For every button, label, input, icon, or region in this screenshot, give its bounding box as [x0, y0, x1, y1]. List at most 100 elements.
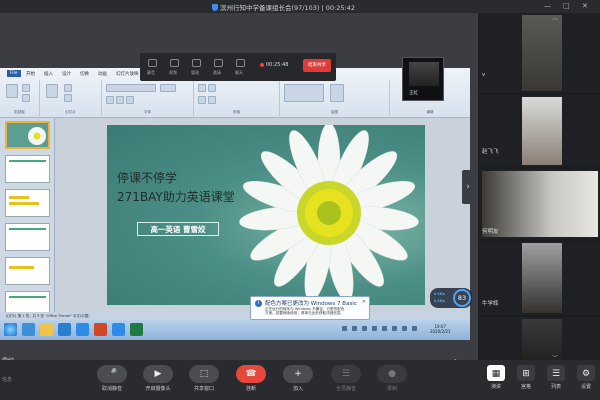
ie-icon[interactable] [22, 323, 35, 336]
status-bar: 幻灯片 第 1 张，共 9 张 "Office Theme" 中文(中国) [0, 312, 470, 320]
unmute-button[interactable]: 🎤 取消静音 [96, 365, 128, 392]
status-text: 幻灯片 第 1 张，共 9 张 "Office Theme" 中文(中国) [6, 314, 90, 318]
minimize-button[interactable]: — [544, 2, 551, 10]
tray-icon[interactable] [352, 326, 357, 331]
toolbar-label: 邀请 [213, 70, 221, 75]
invite-icon[interactable] [214, 59, 223, 67]
participant-video [482, 171, 598, 237]
record-button[interactable]: ● 录制 [376, 365, 408, 392]
tray-icon[interactable] [402, 326, 407, 331]
cut-icon[interactable] [22, 84, 30, 92]
numbering-icon[interactable] [208, 84, 216, 92]
new-slide-icon[interactable] [46, 84, 58, 98]
tray-icon[interactable] [342, 326, 347, 331]
group-label: 编辑 [426, 110, 434, 114]
taskbar-clock[interactable]: 19:07 2020/2/21 [430, 324, 451, 334]
participant-tile[interactable]: 牛学辉 [478, 241, 600, 315]
group-font: 字体 [102, 80, 194, 116]
grid-view-button[interactable]: ⊞ 宫格 [514, 365, 538, 390]
scroll-down-icon[interactable]: ﹀ [548, 353, 562, 362]
participant-tile[interactable] [478, 317, 600, 360]
tab-file[interactable]: File [7, 70, 21, 77]
excel-icon[interactable] [130, 323, 143, 336]
join-button[interactable]: + 加入 [282, 365, 314, 392]
group-drawing: 绘图 [280, 80, 390, 116]
bullets-icon[interactable] [198, 84, 206, 92]
button-label: 取消静音 [101, 386, 122, 392]
arrange-icon[interactable] [330, 84, 344, 102]
tray-icon[interactable] [372, 326, 377, 331]
tab-slideshow[interactable]: 幻灯片放映 [116, 71, 139, 77]
thumbnail-slide-4[interactable] [5, 223, 50, 251]
start-camera-button[interactable]: ▶ 开启摄像头 [142, 365, 174, 392]
notification-balloon[interactable]: i 配色方案已更改为 Windows 7 Basic ✕ 正在运行的程序与 Wi… [250, 296, 370, 320]
tray-icon[interactable] [382, 326, 387, 331]
reset-icon[interactable] [64, 94, 72, 102]
scroll-up-icon[interactable]: ︿ [548, 13, 562, 22]
italic-icon[interactable] [116, 96, 124, 104]
thumbnail-slide-6[interactable] [5, 291, 50, 312]
maximize-button[interactable]: □ [563, 2, 570, 10]
chat-icon[interactable] [236, 59, 245, 67]
tab-design[interactable]: 设计 [62, 71, 71, 77]
tray-icon[interactable] [412, 326, 417, 331]
player-icon[interactable] [58, 323, 71, 336]
mute-all-button[interactable]: ☰ 全员静音 [330, 365, 362, 392]
mic-icon[interactable] [148, 59, 157, 67]
participant-tile[interactable]: v [478, 13, 600, 93]
tab-animations[interactable]: 动画 [98, 71, 107, 77]
manage-icon[interactable] [192, 59, 201, 67]
thumbnail-slide-1[interactable] [5, 121, 50, 149]
thumbnail-slide-2[interactable] [5, 155, 50, 183]
memory-percent: 83 [453, 289, 471, 307]
recording-dot-icon [260, 63, 264, 67]
powerpoint-window: File 开始 插入 设计 切换 动画 幻灯片放映 审阅 视图 加载项 剪贴板 [0, 68, 470, 340]
powerpoint-icon[interactable] [94, 323, 107, 336]
stop-share-button[interactable]: 结束共享 [303, 59, 331, 72]
underline-icon[interactable] [126, 96, 134, 104]
close-icon[interactable]: ✕ [362, 299, 366, 305]
participant-video [522, 97, 562, 165]
speaker-view-button[interactable]: ▦ 演讲 [484, 365, 508, 390]
share-timer: 00:25:48 [266, 62, 289, 68]
align-left-icon[interactable] [198, 96, 206, 104]
slide[interactable]: 停课不停学 271BAY助力英语课堂 高一英语 曹雪姣 [107, 125, 425, 305]
tray-icon[interactable] [362, 326, 367, 331]
next-arrow-icon[interactable]: › [462, 170, 474, 204]
participant-tile[interactable]: 何明友 [478, 169, 600, 239]
tab-insert[interactable]: 插入 [44, 71, 53, 77]
meeting-app-icon[interactable] [112, 323, 125, 336]
participant-video [522, 15, 562, 91]
thumbnail-slide-3[interactable] [5, 189, 50, 217]
folder-icon[interactable] [40, 323, 53, 336]
thumbnail-slide-5[interactable] [5, 257, 50, 285]
tray-icon[interactable] [392, 326, 397, 331]
speaker-view-icon: ▦ [487, 365, 505, 381]
tab-transitions[interactable]: 切换 [80, 71, 89, 77]
network-widget[interactable]: 0.4K/s 0.4K/s 83 [430, 288, 472, 308]
meeting-info-label[interactable]: 信息 [2, 376, 12, 383]
copy-icon[interactable] [22, 94, 30, 102]
tab-home[interactable]: 开始 [26, 71, 35, 77]
thumb-bar [9, 266, 34, 269]
bold-icon[interactable] [106, 96, 114, 104]
browser-icon[interactable] [76, 323, 89, 336]
font-size-select[interactable] [160, 84, 176, 92]
close-button[interactable]: ✕ [582, 2, 588, 10]
hangup-button[interactable]: ☎ 挂断 [235, 365, 267, 392]
layout-icon[interactable] [64, 84, 72, 92]
align-center-icon[interactable] [208, 96, 216, 104]
share-window-button[interactable]: ⬚ 共享窗口 [188, 365, 220, 392]
font-select[interactable] [106, 84, 156, 92]
shapes-gallery[interactable] [284, 84, 324, 102]
settings-button[interactable]: ⚙ 设置 [574, 365, 598, 390]
thumb-bar [9, 228, 46, 230]
slide-thumbnails [0, 118, 55, 312]
camera-icon[interactable] [170, 59, 179, 67]
self-camera-tile[interactable]: 王虹 [402, 57, 444, 101]
paste-icon[interactable] [6, 84, 18, 98]
group-label: 幻灯片 [65, 110, 76, 114]
list-view-button[interactable]: ☰ 列表 [544, 365, 568, 390]
start-button-icon[interactable] [4, 323, 17, 336]
participant-tile[interactable]: 赵飞飞 [478, 95, 600, 167]
